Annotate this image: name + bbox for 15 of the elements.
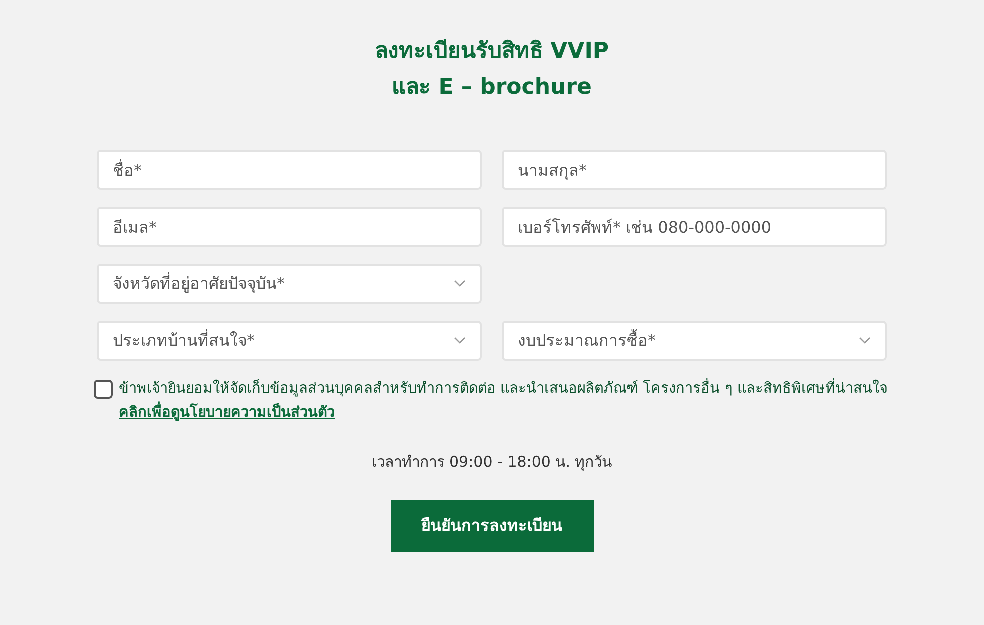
input-field[interactable]: เบอร์โทรศัพท์* เช่น 080-000-0000 — [502, 207, 887, 247]
consent-checkbox[interactable] — [94, 380, 113, 399]
chevron-down-icon — [454, 280, 466, 288]
form-title: ลงทะเบียนรับสิทธิ VVIP และ E – brochure — [374, 38, 610, 102]
consent-text: ข้าพเจ้ายินยอมให้จัดเก็บข้อมูลส่วนบุคคลสำหรับทำการติดต่อ และนำเสนอผลิตภัณฑ์ โครงการอื่น ๆ และสิทธิพิเศษที่น่าสนใจ คลิกเพื่อดูนโยบายความเป็นส่วนตัว — [119, 377, 890, 425]
input-field[interactable]: ชื่อ* — [97, 150, 482, 190]
business-hours: เวลาทำการ 09:00 - 18:00 น. ทุกวัน — [372, 452, 612, 474]
chevron-down-icon — [859, 337, 871, 345]
input-field[interactable]: อีเมล* — [97, 207, 482, 247]
select-field[interactable]: จังหวัดที่อยู่อาศัยปัจจุบัน* — [97, 264, 482, 304]
input-field[interactable]: นามสกุล* — [502, 150, 887, 190]
submit-button[interactable]: ยืนยันการลงทะเบียน — [390, 500, 594, 552]
select-field[interactable]: ประเภทบ้านที่สนใจ* — [97, 321, 482, 361]
chevron-down-icon — [454, 337, 466, 345]
select-field[interactable]: งบประมาณการซื้อ* — [502, 321, 887, 361]
